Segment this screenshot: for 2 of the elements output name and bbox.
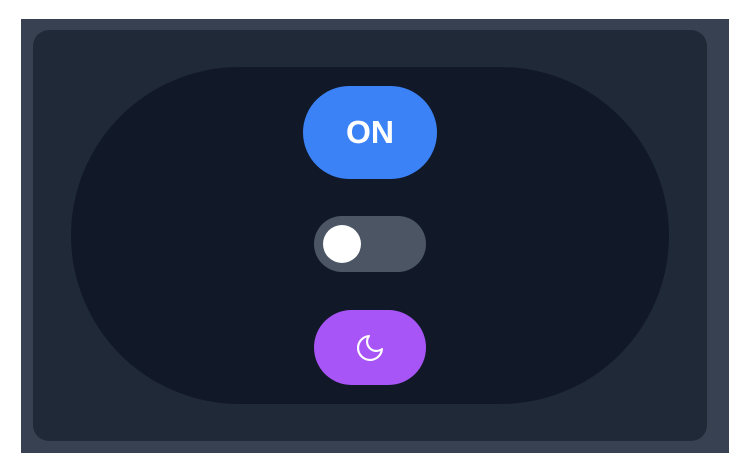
power-button[interactable]: ON bbox=[303, 86, 437, 179]
toggle-knob bbox=[323, 225, 361, 263]
